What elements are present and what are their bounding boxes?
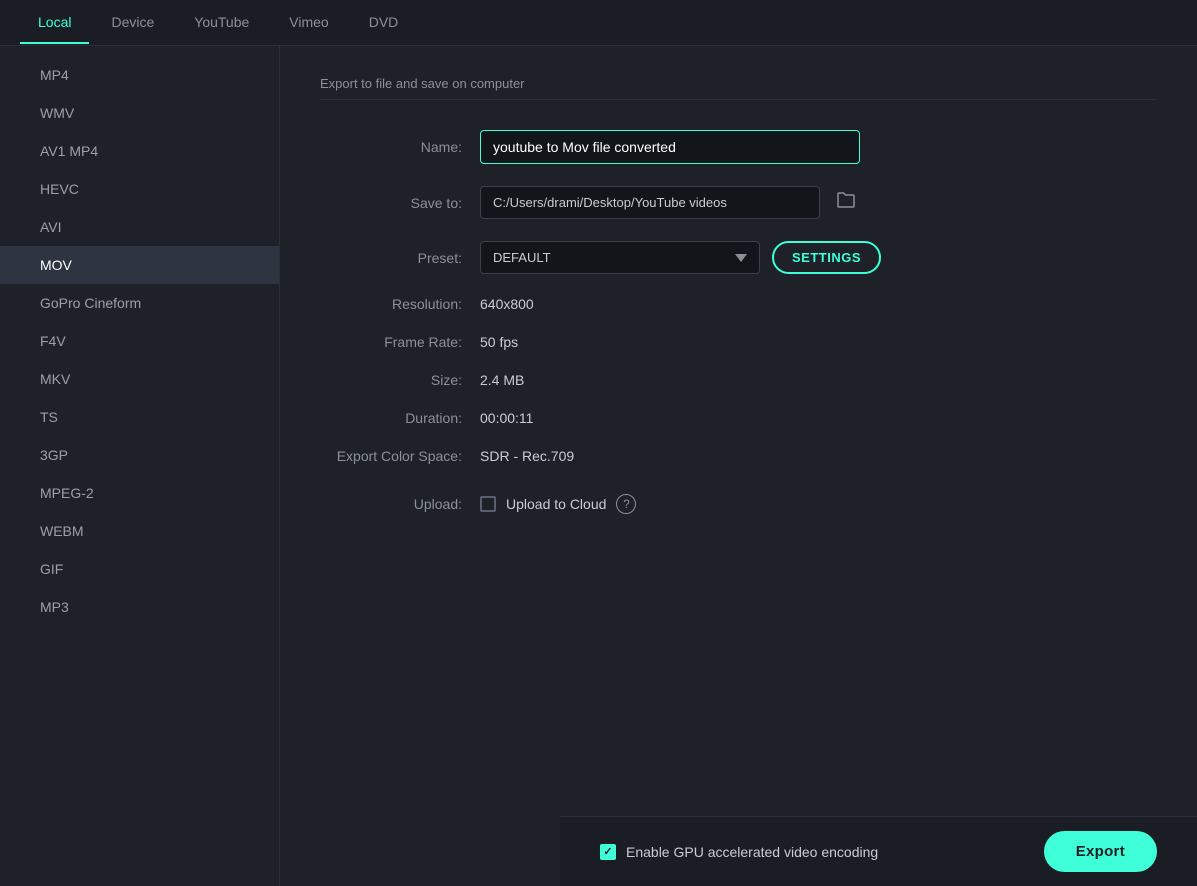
size-value: 2.4 MB bbox=[480, 372, 524, 388]
preset-container: DEFAULT High Quality Medium Quality Low … bbox=[480, 241, 881, 274]
name-input[interactable] bbox=[480, 130, 860, 164]
sidebar-item-mkv[interactable]: MKV bbox=[0, 360, 279, 398]
duration-value: 00:00:11 bbox=[480, 410, 533, 426]
tab-vimeo[interactable]: Vimeo bbox=[271, 2, 346, 44]
settings-button[interactable]: SETTINGS bbox=[772, 241, 881, 274]
resolution-value: 640x800 bbox=[480, 296, 534, 312]
export-button[interactable]: Export bbox=[1044, 831, 1157, 872]
sidebar-item-3gp[interactable]: 3GP bbox=[0, 436, 279, 474]
colorspace-label: Export Color Space: bbox=[320, 448, 480, 464]
bottom-bar: Enable GPU accelerated video encoding Ex… bbox=[560, 816, 1197, 886]
browse-folder-button[interactable] bbox=[830, 187, 862, 218]
preset-row: Preset: DEFAULT High Quality Medium Qual… bbox=[320, 241, 1157, 274]
sidebar-item-avi[interactable]: AVI bbox=[0, 208, 279, 246]
sidebar-item-ts[interactable]: TS bbox=[0, 398, 279, 436]
help-icon[interactable]: ? bbox=[616, 494, 636, 514]
framerate-value: 50 fps bbox=[480, 334, 518, 350]
sidebar-item-gif[interactable]: GIF bbox=[0, 550, 279, 588]
size-row: Size: 2.4 MB bbox=[320, 372, 1157, 388]
preset-select[interactable]: DEFAULT High Quality Medium Quality Low … bbox=[480, 241, 760, 274]
colorspace-value: SDR - Rec.709 bbox=[480, 448, 574, 464]
sidebar-item-mp3[interactable]: MP3 bbox=[0, 588, 279, 626]
content-area: Export to file and save on computer Name… bbox=[280, 46, 1197, 886]
top-nav: Local Device YouTube Vimeo DVD bbox=[0, 0, 1197, 46]
colorspace-row: Export Color Space: SDR - Rec.709 bbox=[320, 448, 1157, 464]
saveto-row: Save to: bbox=[320, 186, 1157, 219]
framerate-label: Frame Rate: bbox=[320, 334, 480, 350]
saveto-container bbox=[480, 186, 862, 219]
section-title: Export to file and save on computer bbox=[320, 76, 1157, 100]
resolution-row: Resolution: 640x800 bbox=[320, 296, 1157, 312]
sidebar: MP4 WMV AV1 MP4 HEVC AVI MOV GoPro Cinef… bbox=[0, 46, 280, 886]
tab-youtube[interactable]: YouTube bbox=[176, 2, 267, 44]
name-label: Name: bbox=[320, 139, 480, 155]
saveto-label: Save to: bbox=[320, 195, 480, 211]
sidebar-item-mov[interactable]: MOV bbox=[0, 246, 279, 284]
resolution-label: Resolution: bbox=[320, 296, 480, 312]
upload-row: Upload: Upload to Cloud ? bbox=[320, 494, 1157, 514]
main-layout: MP4 WMV AV1 MP4 HEVC AVI MOV GoPro Cinef… bbox=[0, 46, 1197, 886]
tab-local[interactable]: Local bbox=[20, 2, 89, 44]
duration-row: Duration: 00:00:11 bbox=[320, 410, 1157, 426]
sidebar-item-f4v[interactable]: F4V bbox=[0, 322, 279, 360]
sidebar-item-mp4[interactable]: MP4 bbox=[0, 56, 279, 94]
tab-dvd[interactable]: DVD bbox=[351, 2, 417, 44]
sidebar-item-gopro[interactable]: GoPro Cineform bbox=[0, 284, 279, 322]
tab-device[interactable]: Device bbox=[93, 2, 172, 44]
upload-cloud-checkbox[interactable] bbox=[480, 496, 496, 512]
saveto-input[interactable] bbox=[480, 186, 820, 219]
upload-label: Upload: bbox=[320, 496, 480, 512]
sidebar-item-wmv[interactable]: WMV bbox=[0, 94, 279, 132]
sidebar-item-av1mp4[interactable]: AV1 MP4 bbox=[0, 132, 279, 170]
gpu-row: Enable GPU accelerated video encoding bbox=[600, 844, 878, 860]
framerate-row: Frame Rate: 50 fps bbox=[320, 334, 1157, 350]
size-label: Size: bbox=[320, 372, 480, 388]
upload-container: Upload to Cloud ? bbox=[480, 494, 636, 514]
upload-cloud-label: Upload to Cloud bbox=[506, 496, 606, 512]
sidebar-item-mpeg2[interactable]: MPEG-2 bbox=[0, 474, 279, 512]
name-row: Name: bbox=[320, 130, 1157, 164]
gpu-label: Enable GPU accelerated video encoding bbox=[626, 844, 878, 860]
gpu-checkbox[interactable] bbox=[600, 844, 616, 860]
sidebar-item-hevc[interactable]: HEVC bbox=[0, 170, 279, 208]
duration-label: Duration: bbox=[320, 410, 480, 426]
preset-label: Preset: bbox=[320, 250, 480, 266]
sidebar-item-webm[interactable]: WEBM bbox=[0, 512, 279, 550]
